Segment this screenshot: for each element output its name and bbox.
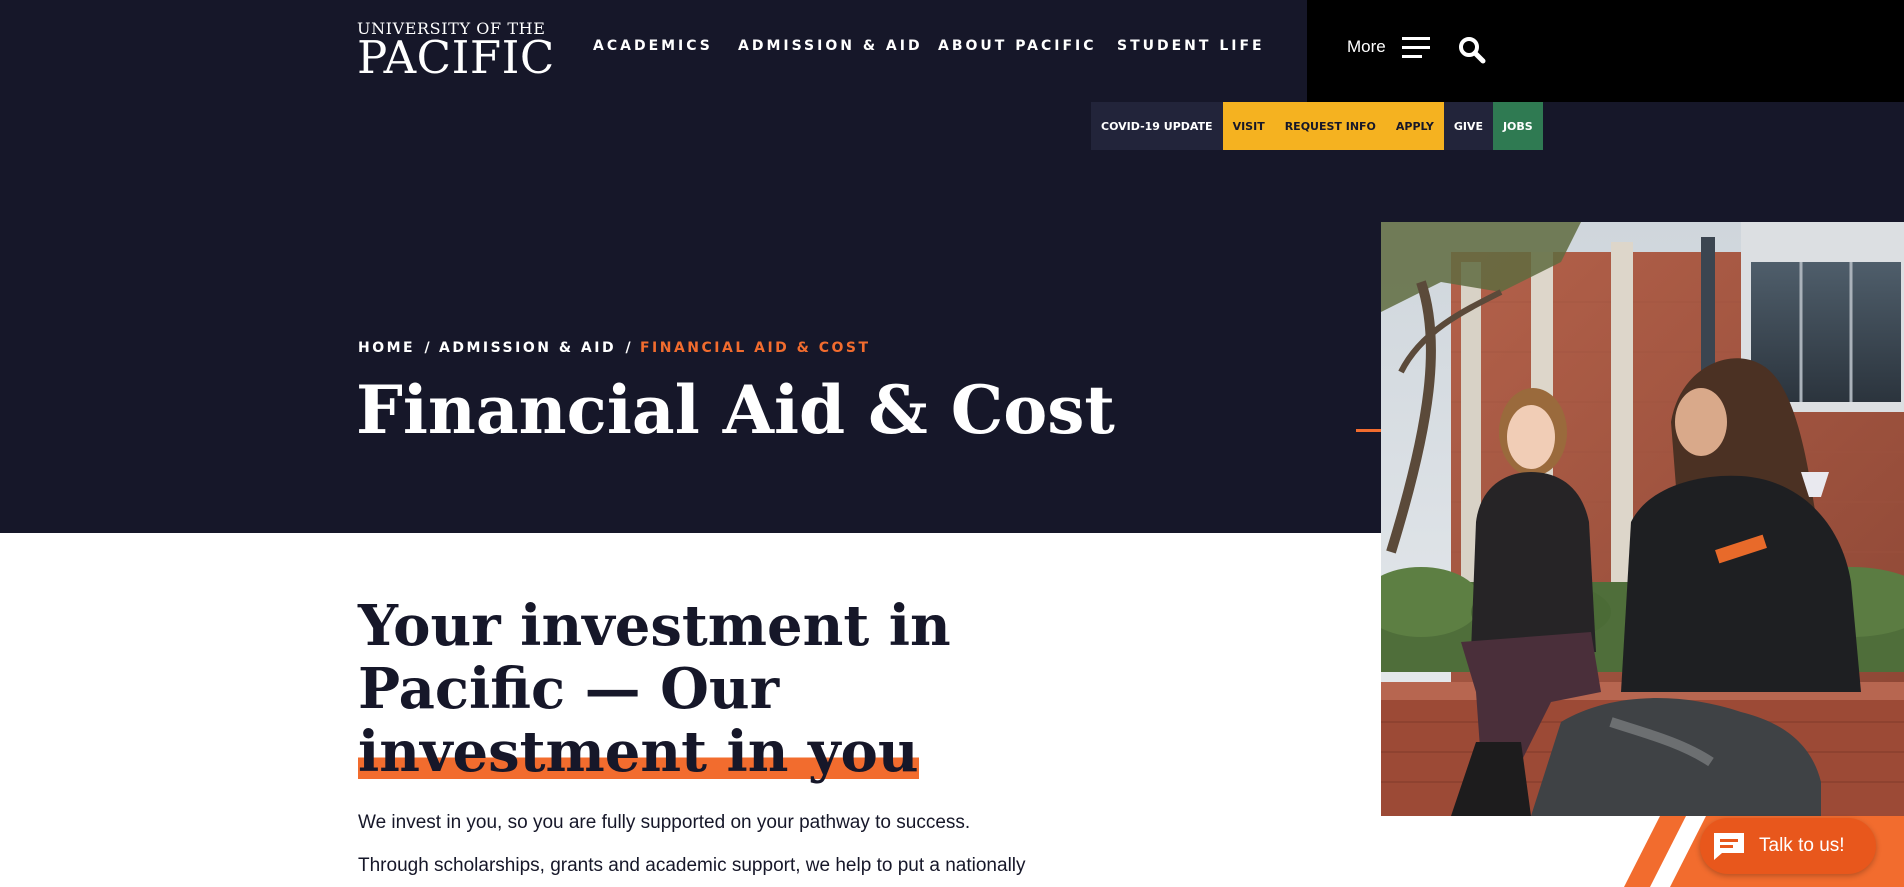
nav-about-pacific[interactable]: ABOUT PACIFIC: [938, 38, 1097, 54]
intro-paragraph-1: We invest in you, so you are fully suppo…: [358, 812, 971, 833]
nav-academics[interactable]: ACADEMICS: [593, 38, 713, 54]
covid-update-link[interactable]: COVID-19 UPDATE: [1091, 102, 1223, 150]
utility-panel: [1307, 0, 1904, 102]
hamburger-menu-icon[interactable]: [1402, 37, 1430, 59]
more-menu-label[interactable]: More: [1347, 37, 1386, 57]
give-link[interactable]: GIVE: [1443, 102, 1493, 150]
breadcrumb-current: FINANCIAL AID & COST: [639, 340, 871, 356]
section-heading: Your investment in Pacific — Our investm…: [358, 595, 1118, 784]
talk-to-us-button[interactable]: Talk to us!: [1700, 818, 1876, 874]
jobs-link[interactable]: JOBS: [1492, 102, 1543, 150]
breadcrumb: HOME / ADMISSION & AID / FINANCIAL AID &…: [358, 340, 871, 356]
page-title: Financial Aid & Cost: [356, 371, 1115, 449]
university-logo[interactable]: UNIVERSITY OF THE PACIFIC: [357, 20, 555, 84]
heading-line-1: Your investment in: [358, 593, 951, 659]
apply-link[interactable]: APPLY: [1385, 102, 1444, 150]
request-info-link[interactable]: REQUEST INFO: [1274, 102, 1386, 150]
visit-link[interactable]: VISIT: [1222, 102, 1275, 150]
utility-links-bar: COVID-19 UPDATE VISIT REQUEST INFO APPLY…: [1091, 102, 1543, 150]
breadcrumb-home[interactable]: HOME: [358, 340, 415, 356]
breadcrumb-separator: /: [625, 340, 631, 356]
heading-line-2: Pacific — Our: [358, 656, 780, 722]
breadcrumb-separator: /: [424, 340, 430, 356]
logo-wordmark: PACIFIC: [357, 31, 555, 84]
heading-line-3-highlighted: investment in you: [358, 719, 919, 785]
nav-admission-aid[interactable]: ADMISSION & AID: [738, 38, 923, 54]
search-icon[interactable]: [1458, 36, 1486, 64]
intro-paragraph-2: Through scholarships, grants and academi…: [358, 855, 1026, 876]
chat-label: Talk to us!: [1759, 835, 1845, 856]
breadcrumb-admission-aid[interactable]: ADMISSION & AID: [439, 340, 616, 356]
hero-photo: [1381, 222, 1904, 816]
chat-bubble-icon: [1714, 833, 1744, 860]
nav-student-life[interactable]: STUDENT LIFE: [1117, 38, 1265, 54]
